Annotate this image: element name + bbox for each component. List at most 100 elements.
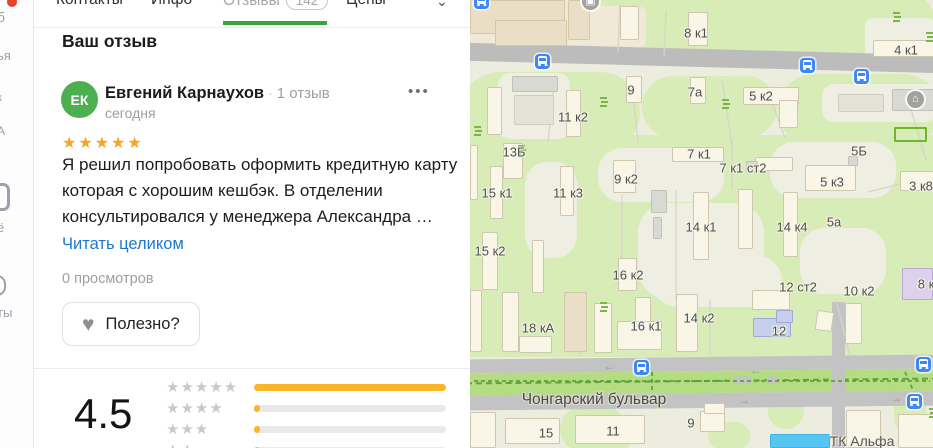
rating-row-2-stars: ★★ bbox=[166, 440, 446, 448]
map-building bbox=[704, 403, 725, 414]
sidebar-label-fragment: б bbox=[0, 9, 5, 25]
trees-icon bbox=[600, 97, 607, 99]
map-building-label: 8 к1 bbox=[684, 25, 708, 41]
review-text: Я решил попробовать оформить кредитную к… bbox=[62, 155, 458, 226]
rating-bar-fill bbox=[254, 384, 446, 391]
sidebar-label-fragment: ты bbox=[0, 305, 13, 320]
map-building bbox=[470, 412, 496, 448]
tab-Контакты[interactable]: Контакты bbox=[56, 0, 123, 9]
tab-Отзывы[interactable]: Отзывы 142 bbox=[223, 0, 329, 10]
views-count: 0 просмотров bbox=[62, 271, 154, 287]
rating-bar-fill bbox=[254, 426, 260, 433]
map-building-label: 5а bbox=[826, 214, 842, 230]
more-menu-icon[interactable]: ••• bbox=[408, 83, 430, 100]
rating-row-3-stars: ★★★ bbox=[166, 419, 446, 440]
map-building bbox=[620, 6, 639, 40]
map-building-label: 7 к1 ст2 bbox=[719, 160, 767, 176]
map-building-label: 4 к1 bbox=[894, 42, 918, 58]
sidebar-icon-fragment bbox=[0, 183, 10, 211]
map-building-label: 11 bbox=[606, 423, 620, 439]
sidebar-label-fragment: ья bbox=[0, 48, 11, 63]
rating-average: 4.5 bbox=[74, 390, 133, 437]
map-building bbox=[700, 411, 725, 432]
review-date: сегодня bbox=[105, 105, 156, 121]
trees-icon bbox=[929, 408, 933, 410]
map-building-label: 7а bbox=[687, 84, 703, 100]
map-building-label: 5 к2 bbox=[749, 88, 773, 104]
map-building-label: 11 к3 bbox=[552, 185, 584, 201]
map-building-label: 7 к1 bbox=[687, 146, 711, 162]
bus-stop-icon[interactable] bbox=[800, 58, 815, 73]
rating-bar-track bbox=[254, 405, 446, 412]
sidebar-icon-fragment bbox=[0, 275, 6, 296]
map-building-label: 11 к2 bbox=[557, 109, 589, 125]
bus-glyph bbox=[857, 71, 866, 81]
map-building-label: 9 bbox=[627, 82, 635, 98]
bus-glyph bbox=[910, 396, 919, 406]
map-building bbox=[776, 310, 793, 323]
section-divider bbox=[34, 368, 470, 369]
map[interactable]: Чонгарский бульвар ТК Альфа 8 к1 4 к1 9 7а 5… bbox=[470, 0, 933, 448]
reviews-count-badge: 142 bbox=[285, 0, 329, 10]
author-name[interactable]: Евгений Карнаухов bbox=[105, 84, 264, 102]
map-building bbox=[512, 76, 558, 92]
trees-icon bbox=[600, 302, 607, 304]
map-building bbox=[779, 100, 798, 128]
map-building-label: 14 к4 bbox=[776, 219, 808, 235]
read-more-link[interactable]: Читать целиком bbox=[62, 235, 184, 254]
sidebar-label-fragment: к bbox=[0, 92, 2, 104]
yandex-maps-app: б ья к Аё ты ⌄ Контакты Инфо Отзывы142 Цены Ваш… bbox=[0, 0, 933, 448]
map-building-label: 3 к8 bbox=[909, 178, 933, 194]
road-direction-arrow: ← bbox=[603, 359, 615, 373]
trees-icon bbox=[722, 99, 729, 101]
map-building bbox=[532, 240, 544, 293]
bus-stop-icon[interactable] bbox=[907, 394, 922, 409]
trees-icon bbox=[474, 126, 481, 128]
rating-bar-track bbox=[254, 426, 446, 433]
map-building-label: 16 к1 bbox=[630, 318, 662, 334]
author-row: Евгений Карнаухов · 1 отзыв bbox=[105, 84, 330, 103]
map-building-label: 5Б bbox=[851, 143, 867, 159]
poi-name-label: ТК Альфа bbox=[829, 433, 895, 448]
map-building-label: 12 bbox=[771, 323, 787, 339]
map-building bbox=[770, 434, 830, 448]
map-building-label: 15 к2 bbox=[474, 243, 506, 259]
map-building-label: 14 к2 bbox=[683, 310, 715, 326]
tab-bar: ⌄ Контакты Инфо Отзывы142 Цены bbox=[34, 0, 470, 28]
tab-Цены[interactable]: Цены bbox=[346, 0, 386, 9]
street-name-label: Чонгарский бульвар bbox=[521, 391, 667, 408]
bus-stop-icon[interactable] bbox=[535, 54, 550, 69]
map-building-label: 8 к bbox=[917, 276, 933, 292]
bus-stop-icon[interactable] bbox=[916, 357, 931, 372]
notification-dot-icon bbox=[7, 0, 17, 7]
bus-stop-icon[interactable] bbox=[854, 69, 869, 84]
road-direction-arrow: → bbox=[738, 393, 750, 407]
bus-glyph bbox=[477, 0, 486, 6]
map-building bbox=[894, 127, 927, 142]
bus-stop-icon[interactable] bbox=[474, 0, 489, 9]
map-building bbox=[502, 292, 519, 352]
rating-row-4-stars: ★★★★ bbox=[166, 398, 446, 419]
map-building bbox=[519, 336, 552, 353]
active-tab-underline bbox=[223, 21, 327, 25]
dot-separator: · bbox=[268, 85, 273, 101]
review-count: 1 отзыв bbox=[276, 85, 330, 102]
map-building bbox=[898, 414, 933, 448]
map-building-label: 16 к2 bbox=[612, 267, 644, 283]
map-building bbox=[495, 20, 567, 46]
avatar[interactable]: ЕК bbox=[61, 81, 98, 118]
gray-stars: ★★★ bbox=[166, 421, 210, 438]
bus-stop-icon[interactable] bbox=[634, 360, 649, 375]
trees-icon bbox=[926, 32, 933, 34]
road-direction-arrow: ← bbox=[750, 363, 762, 377]
lodging-icon[interactable]: ⌂ bbox=[907, 91, 924, 108]
map-building bbox=[470, 145, 478, 200]
tab-Инфо[interactable]: Инфо bbox=[151, 0, 192, 9]
map-building-label: 15 bbox=[538, 425, 554, 441]
map-building-label: 12 ст2 bbox=[779, 279, 817, 295]
rating-row-5-stars: ★★★★★ bbox=[166, 377, 446, 398]
map-building-label: 15 к1 bbox=[481, 185, 513, 201]
rating-distribution: ★★★★★★★★★★★★★★ bbox=[166, 377, 446, 448]
helpful-button[interactable]: ♥ Полезно? bbox=[62, 302, 200, 346]
chevron-down-icon[interactable]: ⌄ bbox=[436, 0, 448, 10]
